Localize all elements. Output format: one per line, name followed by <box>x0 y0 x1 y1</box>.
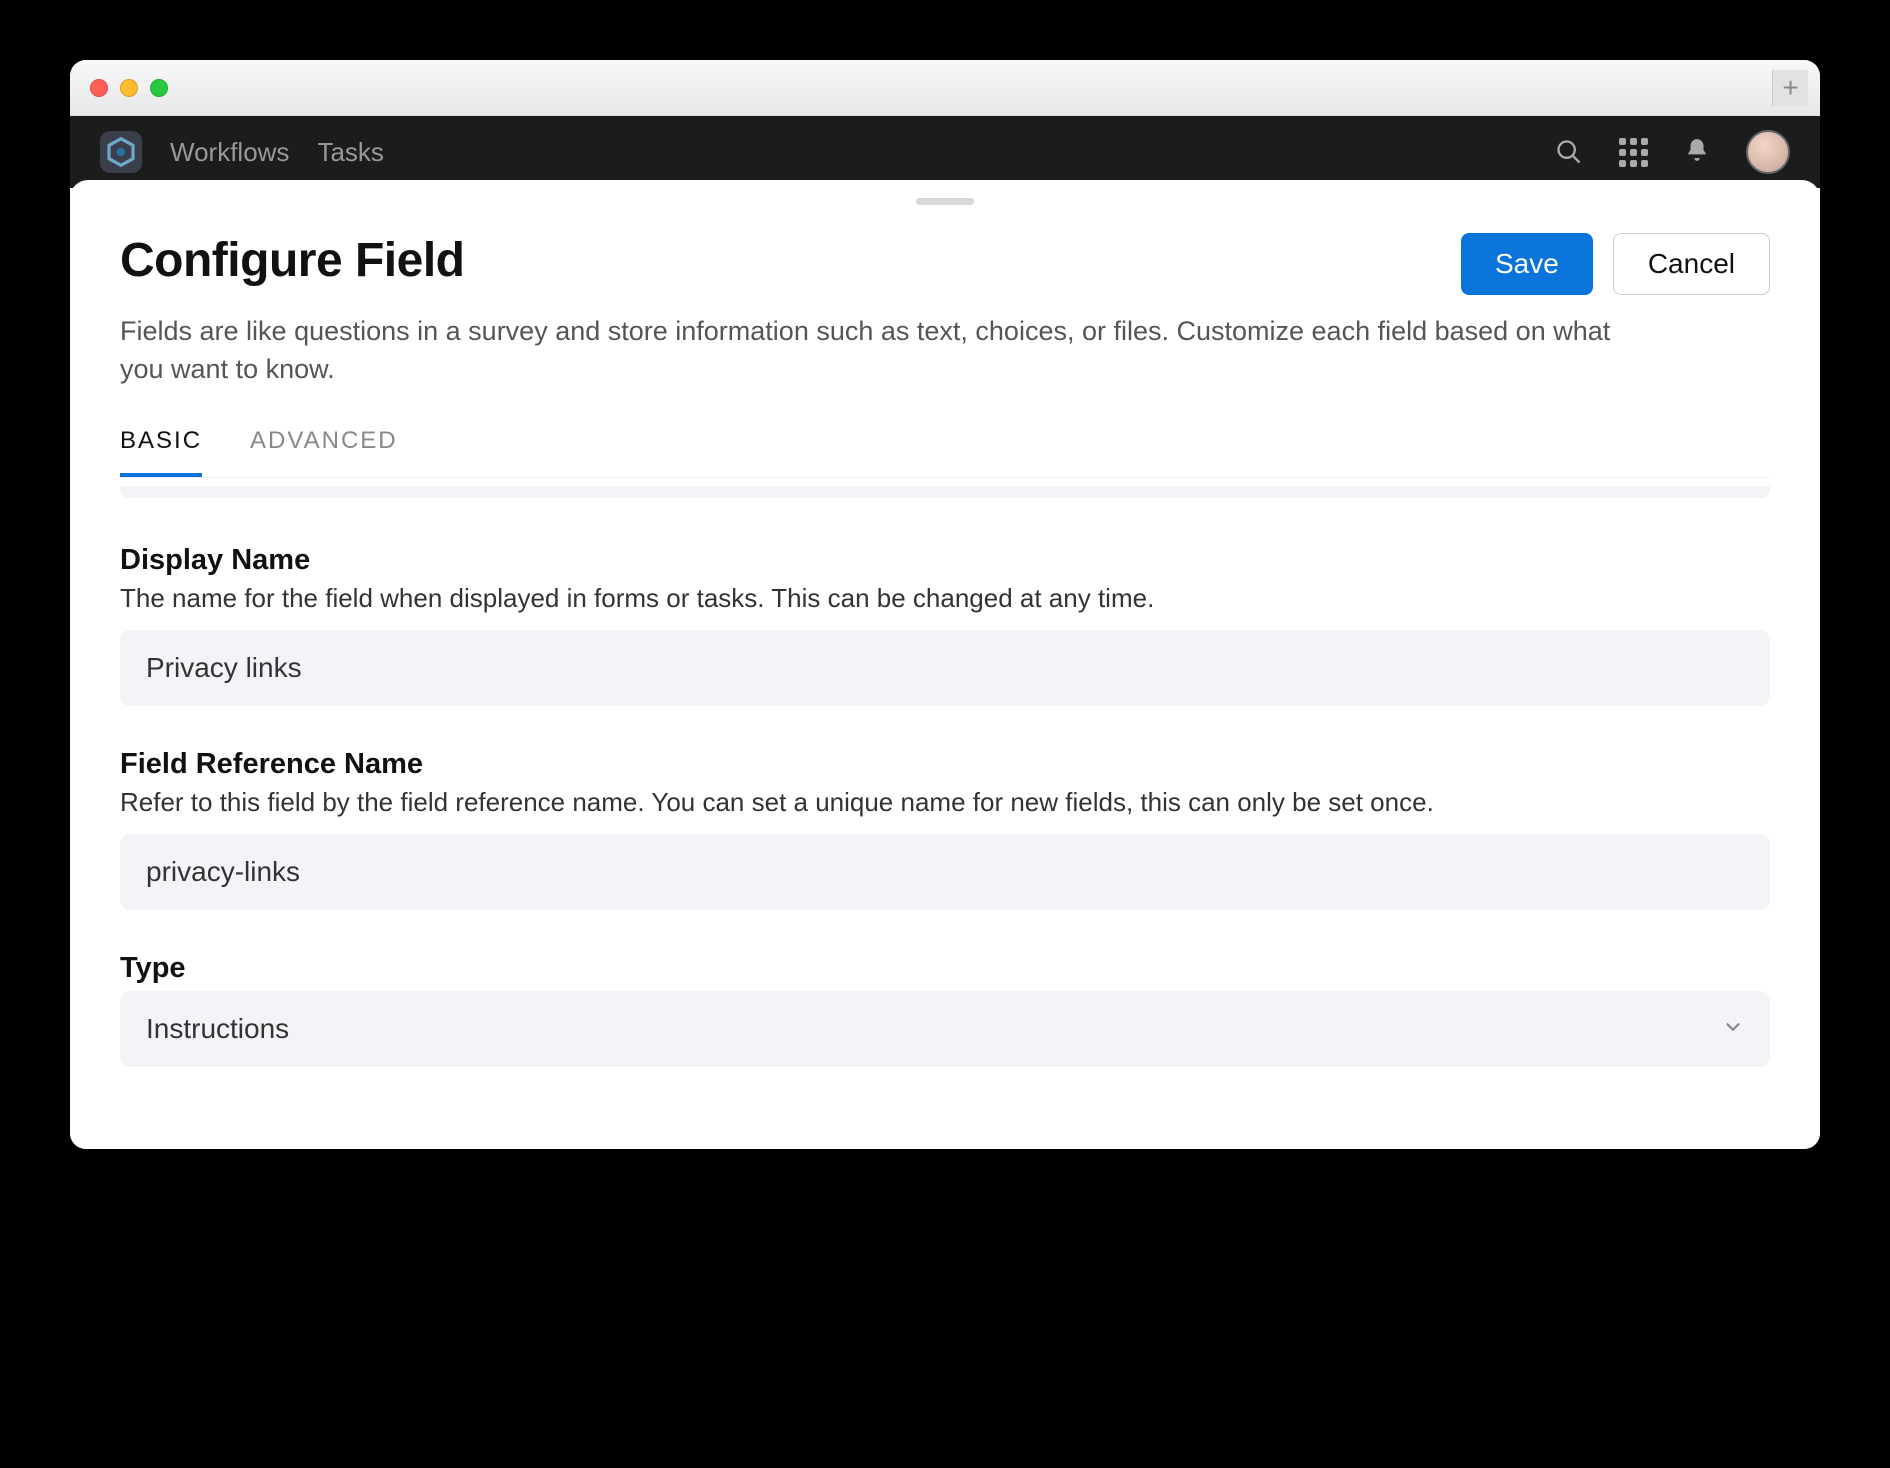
reference-name-group: Field Reference Name Refer to this field… <box>120 748 1770 910</box>
search-icon[interactable] <box>1555 138 1583 166</box>
modal-actions: Save Cancel <box>1461 233 1770 295</box>
modal-header: Configure Field Save Cancel <box>120 233 1770 295</box>
type-select[interactable]: Instructions <box>120 991 1770 1067</box>
notifications-icon[interactable] <box>1684 137 1710 168</box>
type-label: Type <box>120 952 1770 985</box>
cancel-button[interactable]: Cancel <box>1613 233 1770 295</box>
apps-icon[interactable] <box>1619 138 1648 167</box>
reference-name-hint: Refer to this field by the field referen… <box>120 787 1770 818</box>
nav-workflows[interactable]: Workflows <box>170 137 289 168</box>
titlebar: + <box>70 60 1820 116</box>
tab-underline-bar <box>120 486 1770 498</box>
app-header: Workflows Tasks <box>70 116 1820 188</box>
configure-field-modal: Configure Field Save Cancel Fields are l… <box>70 180 1820 1149</box>
new-tab-button[interactable]: + <box>1772 70 1808 106</box>
display-name-group: Display Name The name for the field when… <box>120 544 1770 706</box>
tabs: BASIC ADVANCED <box>120 427 1770 478</box>
nav-tasks[interactable]: Tasks <box>317 137 383 168</box>
display-name-hint: The name for the field when displayed in… <box>120 583 1770 614</box>
display-name-input[interactable] <box>120 630 1770 706</box>
plus-icon: + <box>1782 72 1798 104</box>
modal-title: Configure Field <box>120 233 464 288</box>
type-group: Type Instructions <box>120 952 1770 1067</box>
chevron-down-icon <box>1722 1013 1744 1045</box>
reference-name-input[interactable] <box>120 834 1770 910</box>
avatar[interactable] <box>1746 130 1790 174</box>
type-value: Instructions <box>146 1013 289 1045</box>
save-button[interactable]: Save <box>1461 233 1593 295</box>
minimize-window-button[interactable] <box>120 79 138 97</box>
close-window-button[interactable] <box>90 79 108 97</box>
tab-basic[interactable]: BASIC <box>120 427 202 477</box>
reference-name-label: Field Reference Name <box>120 748 1770 781</box>
tab-advanced[interactable]: ADVANCED <box>250 427 398 477</box>
app-logo[interactable] <box>100 131 142 173</box>
header-right <box>1555 130 1790 174</box>
display-name-label: Display Name <box>120 544 1770 577</box>
maximize-window-button[interactable] <box>150 79 168 97</box>
modal-description: Fields are like questions in a survey an… <box>120 313 1620 389</box>
window-controls <box>90 79 168 97</box>
hexagon-icon <box>105 136 137 168</box>
app-window: + Workflows Tasks <box>70 60 1820 1149</box>
drag-handle[interactable] <box>916 198 974 205</box>
